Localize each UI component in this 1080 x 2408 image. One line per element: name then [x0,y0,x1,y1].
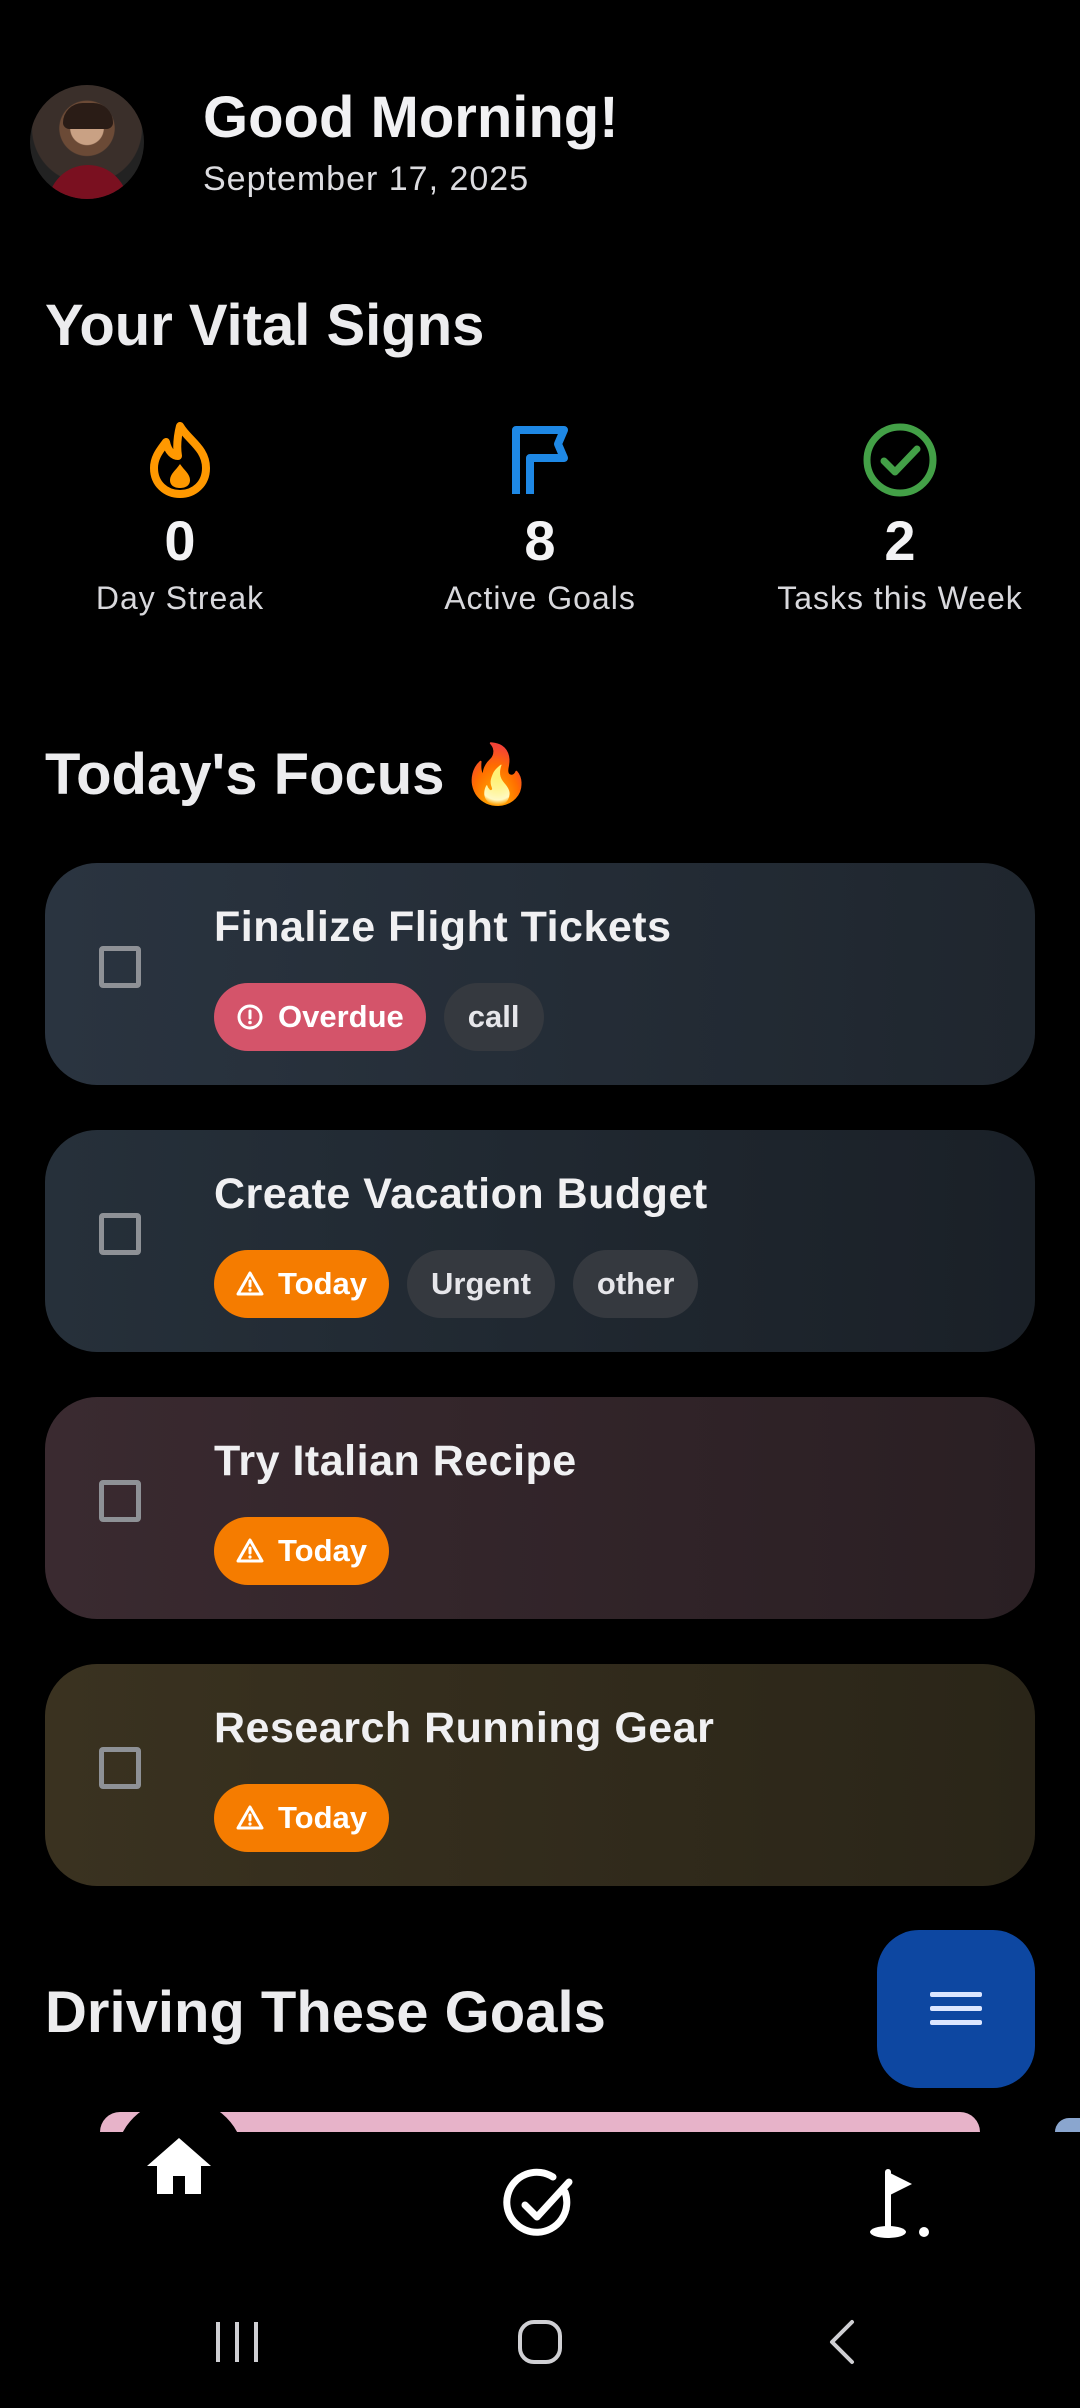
avatar[interactable] [30,85,144,199]
alert-circle-icon [237,1004,263,1030]
tag-chip: other [572,1250,699,1318]
task-card[interactable]: Finalize Flight Tickets Overdue call [45,863,1035,1085]
nav-home[interactable] [145,2136,213,2201]
current-date: September 17, 2025 [203,160,530,198]
today-badge: Today [214,1784,389,1852]
nav-tasks[interactable] [503,2168,577,2247]
tasks-check-icon [503,2168,573,2236]
vital-active-goals: 8 Active Goals [360,422,720,617]
system-recents-button[interactable] [214,2322,260,2367]
home-icon [147,2138,211,2194]
status-label: Today [278,1800,367,1835]
task-card[interactable]: Create Vacation Budget Today Urgent othe… [45,1130,1035,1352]
streak-label: Day Streak [95,580,265,616]
warning-icon [236,1271,264,1296]
golf-goal-icon [870,2169,929,2238]
task-checkbox[interactable] [99,1747,141,1789]
system-home-button[interactable] [517,2319,563,2370]
nav-goals[interactable] [868,2166,934,2247]
task-title: Try Italian Recipe [214,1437,577,1485]
back-icon [830,2320,854,2364]
goals-label: Active Goals [444,580,636,616]
recents-icon [216,2322,258,2362]
task-checkbox[interactable] [99,1213,141,1255]
today-badge: Today [214,1250,389,1318]
warning-icon [236,1805,264,1830]
task-checkbox[interactable] [99,946,141,988]
overdue-badge: Overdue [214,983,426,1051]
tag-chip: call [443,983,544,1051]
today-badge: Today [214,1517,389,1585]
tasks-week-label: Tasks this Week [777,580,1023,616]
streak-value: 0 [164,509,196,572]
goal-card-peek[interactable] [1055,2118,1080,2132]
goals-value: 8 [524,509,556,572]
task-card[interactable]: Try Italian Recipe Today [45,1397,1035,1619]
task-title: Create Vacation Budget [214,1170,708,1218]
menu-fab-button[interactable] [877,1930,1035,2088]
system-back-button[interactable] [826,2318,856,2371]
status-label: Today [278,1266,367,1301]
vitals-title: Your Vital Signs [45,293,485,358]
warning-icon [236,1538,264,1563]
focus-title: Today's Focus 🔥 [45,742,533,807]
flame-icon [150,422,210,498]
tag-chip: Urgent [407,1250,555,1318]
tasks-week-value: 2 [884,509,916,572]
task-checkbox[interactable] [99,1480,141,1522]
task-card[interactable]: Research Running Gear Today [45,1664,1035,1886]
task-title: Research Running Gear [214,1704,715,1752]
goals-title: Driving These Goals [45,1980,606,2045]
flag-icon [512,426,568,494]
status-label: Overdue [278,999,404,1034]
vital-day-streak: 0 Day Streak [0,422,360,617]
check-circle-icon [863,423,937,497]
task-title: Finalize Flight Tickets [214,903,672,951]
menu-icon [930,1992,982,2025]
status-label: Today [278,1533,367,1568]
vital-tasks-week: 2 Tasks this Week [720,422,1080,617]
greeting-title: Good Morning! [203,85,619,150]
home-circle-icon [518,2320,562,2364]
